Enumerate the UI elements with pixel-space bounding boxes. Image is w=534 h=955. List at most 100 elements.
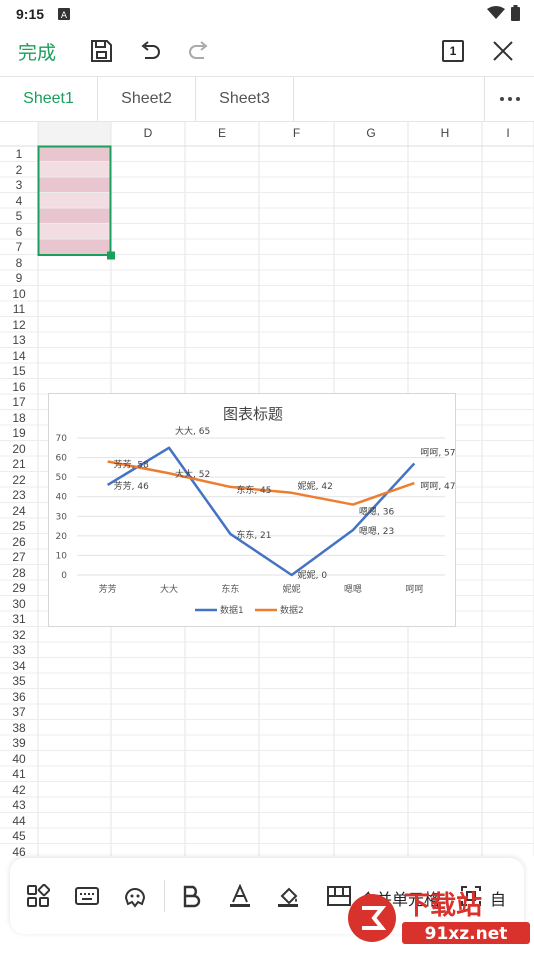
row-header[interactable]: 37 [0,705,38,721]
row-header[interactable]: 32 [0,628,38,644]
row-header[interactable]: 28 [0,566,38,582]
tab-sheet1[interactable]: Sheet1 [0,77,98,121]
row-header[interactable]: 4 [0,194,38,210]
undo-icon[interactable] [137,38,163,64]
x-tick-label: 妮妮 [283,583,301,595]
keyboard-icon[interactable] [74,884,100,908]
page-count: 1 [450,44,457,58]
apps-grid-icon[interactable] [26,884,50,908]
data-label: 东东, 21 [236,529,271,541]
y-tick-label: 60 [56,454,68,464]
more-options-button[interactable] [484,77,534,121]
data-label: 大大, 65 [175,425,210,437]
ai-assistant-icon[interactable] [122,884,148,908]
tab-sheet3[interactable]: Sheet3 [196,77,294,121]
row-header[interactable]: 30 [0,597,38,613]
row-header[interactable]: 6 [0,225,38,241]
row-header[interactable]: 27 [0,550,38,566]
row-header[interactable]: 25 [0,519,38,535]
row-header[interactable]: 40 [0,752,38,768]
y-tick-label: 50 [56,473,68,483]
data-label: 东东, 45 [236,484,271,496]
y-tick-label: 40 [56,493,68,503]
data-label: 大大, 52 [175,468,210,480]
save-icon[interactable] [88,38,114,64]
row-header[interactable]: 5 [0,209,38,225]
page-count-button[interactable]: 1 [442,40,464,62]
row-header[interactable]: 12 [0,318,38,334]
row-header[interactable]: 42 [0,783,38,799]
row-header[interactable]: 21 [0,457,38,473]
watermark-main-text: 下载站 [404,891,482,921]
row-header[interactable]: 41 [0,767,38,783]
row-header[interactable]: 13 [0,333,38,349]
row-header[interactable]: 17 [0,395,38,411]
row-header[interactable]: 18 [0,411,38,427]
row-header[interactable]: 20 [0,442,38,458]
sheet-tabbar: Sheet1 Sheet2 Sheet3 [0,76,534,122]
row-header[interactable]: 46 [0,845,38,857]
fill-color-icon[interactable] [276,884,300,908]
row-header[interactable]: 1 [0,147,38,163]
done-button[interactable]: 完成 [18,38,56,65]
fill-handle[interactable] [107,252,115,260]
redo-icon[interactable] [186,38,212,64]
y-tick-label: 10 [56,551,68,561]
status-time: 9:15 [16,6,44,22]
row-header[interactable]: 44 [0,814,38,830]
series-line [108,461,415,504]
chart-title: 图表标题 [223,405,283,423]
selected-cell [39,224,110,240]
row-header[interactable]: 39 [0,736,38,752]
row-header[interactable]: 33 [0,643,38,659]
x-tick-label: 芳芳 [99,583,117,595]
row-header[interactable]: 34 [0,659,38,675]
y-tick-label: 30 [56,512,68,522]
row-header[interactable]: 14 [0,349,38,365]
row-header[interactable]: 7 [0,240,38,256]
row-header[interactable]: 11 [0,302,38,318]
row-header[interactable]: 35 [0,674,38,690]
row-header[interactable]: 8 [0,256,38,272]
row-header[interactable]: 38 [0,721,38,737]
row-header[interactable]: 3 [0,178,38,194]
tab-sheet2[interactable]: Sheet2 [98,77,196,121]
row-header[interactable]: 43 [0,798,38,814]
row-header[interactable]: 31 [0,612,38,628]
y-tick-label: 0 [61,571,67,581]
selected-cell [39,177,110,193]
row-header[interactable]: 10 [0,287,38,303]
column-header[interactable]: G [334,126,408,140]
y-tick-label: 20 [56,532,68,542]
data-label: 呵呵, 57 [420,447,455,458]
row-header[interactable]: 23 [0,488,38,504]
row-header[interactable]: 45 [0,829,38,845]
tab-label: Sheet2 [121,90,172,108]
toolbar-divider [164,880,165,912]
row-header[interactable]: 24 [0,504,38,520]
column-header[interactable]: I [482,126,534,140]
selected-cell [39,193,110,209]
row-header[interactable]: 16 [0,380,38,396]
site-watermark: 下载站 91xz.net [344,880,534,950]
y-tick-label: 70 [56,434,68,444]
line-chart[interactable]: 图表标题010203040506070芳芳大大东东妮妮嗯嗯呵呵芳芳, 46大大,… [48,393,456,627]
column-header[interactable]: D [111,126,185,140]
row-header[interactable]: 15 [0,364,38,380]
close-icon[interactable] [490,38,516,64]
bold-icon[interactable] [180,884,202,908]
column-header[interactable]: E [185,126,259,140]
row-header[interactable]: 9 [0,271,38,287]
tab-label: Sheet3 [219,90,270,108]
column-header[interactable]: F [259,126,334,140]
row-header[interactable]: 36 [0,690,38,706]
row-header[interactable]: 26 [0,535,38,551]
legend-label: 数据1 [220,604,244,616]
row-header[interactable]: 29 [0,581,38,597]
row-header[interactable]: 2 [0,163,38,179]
data-label: 妮妮, 0 [298,569,328,581]
row-header[interactable]: 22 [0,473,38,489]
font-color-icon[interactable] [228,884,252,908]
column-header[interactable]: H [408,126,482,140]
row-header[interactable]: 19 [0,426,38,442]
